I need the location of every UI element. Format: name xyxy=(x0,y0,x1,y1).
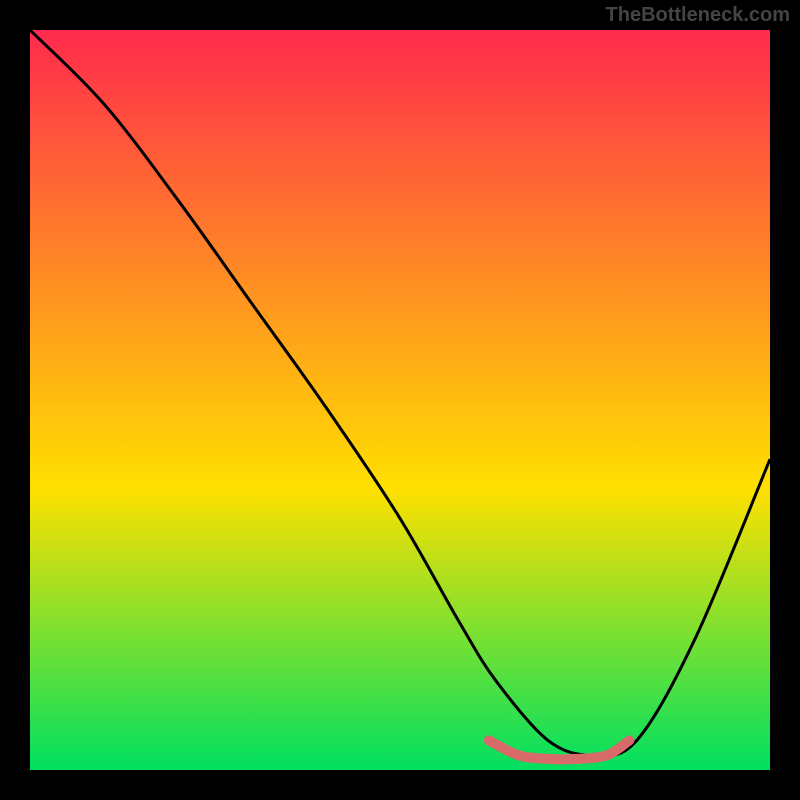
chart-svg xyxy=(30,30,770,770)
watermark-label: TheBottleneck.com xyxy=(606,4,790,27)
plot-area xyxy=(30,30,770,770)
gradient-background xyxy=(30,30,770,770)
chart-canvas: TheBottleneck.com xyxy=(0,0,800,800)
